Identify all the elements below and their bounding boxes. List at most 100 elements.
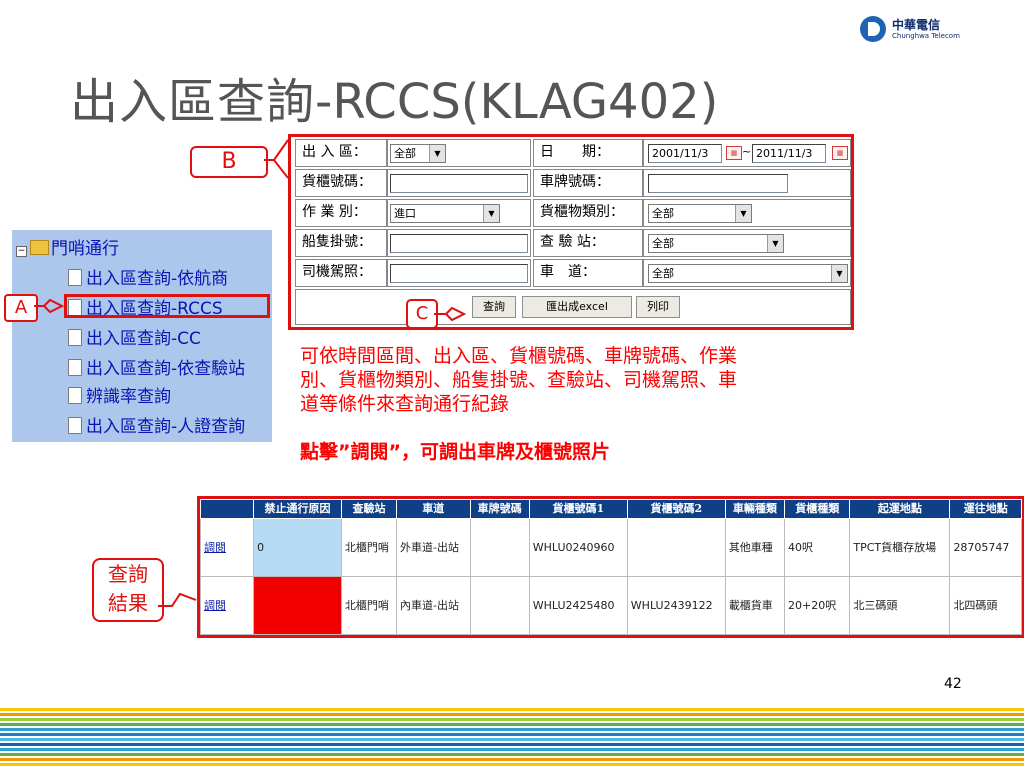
- column-header: 禁止通行原因: [253, 499, 342, 519]
- document-icon: [68, 417, 82, 434]
- chevron-down-icon: ▼: [735, 205, 751, 222]
- description-text: 可依時間區間、出入區、貨櫃號碼、車牌號碼、作業 別、貨櫃物類別、船隻掛號、查驗站…: [300, 344, 900, 416]
- navigation-tree: − 門哨通行 出入區查詢-依航商 出入區查詢-RCCS 出入區查詢-CC 出入區查…: [12, 230, 272, 442]
- container-cell: [387, 169, 531, 197]
- cargo-type-label: 貨櫃物類別：: [533, 199, 643, 227]
- document-icon: [68, 269, 82, 286]
- lane-select-value: 全部: [652, 267, 674, 280]
- station-select-value: 全部: [652, 237, 674, 250]
- table-row: 調閱 0 北櫃門哨 外車道-出站 WHLU0240960 其他車種 40呎 TP…: [199, 518, 1022, 577]
- chevron-down-icon: ▼: [831, 265, 847, 282]
- view-link[interactable]: 調閱: [204, 541, 226, 554]
- table-row: 調閱 32 北櫃門哨 內車道-出站 WHLU2425480 WHLU243912…: [199, 576, 1022, 635]
- table-cell: 28705747: [949, 518, 1022, 577]
- chevron-down-icon: ▼: [483, 205, 499, 222]
- calendar-icon[interactable]: ▦: [726, 146, 742, 160]
- export-excel-button[interactable]: 匯出成excel: [522, 296, 632, 318]
- footer-stripes: [0, 708, 1024, 766]
- chevron-down-icon: ▼: [429, 145, 445, 162]
- tree-root-label: 門哨通行: [51, 239, 119, 259]
- driver-input[interactable]: [390, 264, 528, 283]
- table-cell: 調閱: [199, 576, 255, 635]
- op-cell: 進口 ▼: [387, 199, 531, 227]
- table-cell: [469, 576, 530, 635]
- tree-item-label: 出入區查詢-人證查詢: [86, 417, 246, 437]
- table-cell: WHLU2439122: [626, 576, 726, 635]
- tree-item-label: 出入區查詢-依航商: [86, 269, 229, 289]
- tree-item-by-station[interactable]: 出入區查詢-依查驗站: [68, 354, 245, 379]
- column-header: 車輛種類: [724, 499, 786, 519]
- tree-item-label: 出入區查詢-依查驗站: [86, 359, 246, 379]
- table-cell: 北櫃門哨: [340, 576, 398, 635]
- query-form: 出 入 區： 全部 ▼ 日 期： 2001/11/3 ▦ ~ 2011/11/3 …: [288, 134, 854, 330]
- description-line: 可依時間區間、出入區、貨櫃號碼、車牌號碼、作業: [300, 345, 738, 367]
- callout-a-connector: [34, 298, 65, 314]
- container-input[interactable]: [390, 174, 528, 193]
- table-cell: 調閱: [199, 518, 255, 577]
- description-line: 別、貨櫃物類別、船隻掛號、查驗站、司機駕照、車: [300, 369, 738, 391]
- column-header: 查驗站: [340, 499, 398, 519]
- table-cell: [626, 518, 726, 577]
- station-select[interactable]: 全部 ▼: [648, 234, 784, 253]
- chevron-down-icon: ▼: [767, 235, 783, 252]
- tree-root[interactable]: − 門哨通行: [16, 234, 119, 259]
- button-row: 查詢 匯出成excel 列印: [295, 289, 851, 325]
- tree-item-recognition-rate[interactable]: 辨識率查詢: [68, 382, 171, 407]
- table-cell: 外車道-出站: [396, 518, 471, 577]
- table-cell: 40呎: [784, 518, 851, 577]
- area-select[interactable]: 全部 ▼: [390, 144, 446, 163]
- query-button[interactable]: 查詢: [472, 296, 516, 318]
- column-header: 貨櫃號碼2: [626, 499, 726, 519]
- plate-input[interactable]: [648, 174, 788, 193]
- column-header: 運往地點: [949, 499, 1022, 519]
- table-cell: 其他車種: [724, 518, 786, 577]
- tree-item-label: 辨識率查詢: [86, 387, 171, 407]
- document-icon: [68, 329, 82, 346]
- op-select-value: 進口: [394, 207, 416, 220]
- column-header: 車牌號碼: [469, 499, 530, 519]
- column-header: 貨櫃種類: [784, 499, 851, 519]
- date-label: 日 期：: [533, 139, 643, 167]
- lane-select[interactable]: 全部 ▼: [648, 264, 848, 283]
- table-cell: TPCT貨櫃存放場: [849, 518, 951, 577]
- table-cell: 0: [253, 518, 342, 577]
- container-label: 貨櫃號碼：: [295, 169, 387, 197]
- table-cell: [469, 518, 530, 577]
- calendar-icon[interactable]: ▦: [832, 146, 848, 160]
- driver-cell: [387, 259, 531, 287]
- logo-name-en: Chunghwa Telecom: [892, 32, 960, 40]
- date-from-input[interactable]: 2001/11/3: [648, 144, 722, 163]
- area-cell: 全部 ▼: [387, 139, 531, 167]
- table-cell: WHLU0240960: [528, 518, 628, 577]
- cargo-type-select[interactable]: 全部 ▼: [648, 204, 752, 223]
- table-cell: 載櫃貨車: [724, 576, 786, 635]
- chunghwa-logo: 中華電信 Chunghwa Telecom: [860, 14, 970, 48]
- table-cell: 北櫃門哨: [340, 518, 398, 577]
- station-cell: 全部 ▼: [643, 229, 851, 257]
- callout-results-line: 結果: [108, 591, 148, 615]
- vessel-cell: [387, 229, 531, 257]
- column-header: 貨櫃號碼1: [528, 499, 628, 519]
- view-link[interactable]: 調閱: [204, 599, 226, 612]
- vessel-label: 船隻掛號：: [295, 229, 387, 257]
- tree-item-id-query[interactable]: 出入區查詢-人證查詢: [68, 412, 245, 437]
- tree-item-by-carrier[interactable]: 出入區查詢-依航商: [68, 264, 228, 289]
- print-button[interactable]: 列印: [636, 296, 680, 318]
- op-select[interactable]: 進口 ▼: [390, 204, 500, 223]
- area-select-value: 全部: [394, 147, 416, 160]
- plate-cell: [643, 169, 851, 197]
- date-to-input[interactable]: 2011/11/3: [752, 144, 826, 163]
- date-separator: ~: [742, 145, 752, 158]
- slide-title: 出入區查詢-RCCS(KLAG402): [70, 62, 718, 132]
- table-cell: 北三碼頭: [849, 576, 951, 635]
- tree-item-cc[interactable]: 出入區查詢-CC: [68, 324, 201, 349]
- callout-a: A: [4, 294, 38, 322]
- table-cell: 20+20呎: [784, 576, 851, 635]
- document-icon: [68, 359, 82, 376]
- date-cell: 2001/11/3 ▦ ~ 2011/11/3 ▦: [643, 139, 851, 167]
- vessel-input[interactable]: [390, 234, 528, 253]
- table-cell: 32: [253, 576, 342, 635]
- collapse-icon[interactable]: −: [16, 246, 27, 257]
- description-line: 道等條件來查詢通行紀錄: [300, 393, 510, 415]
- column-header: 車道: [396, 499, 471, 519]
